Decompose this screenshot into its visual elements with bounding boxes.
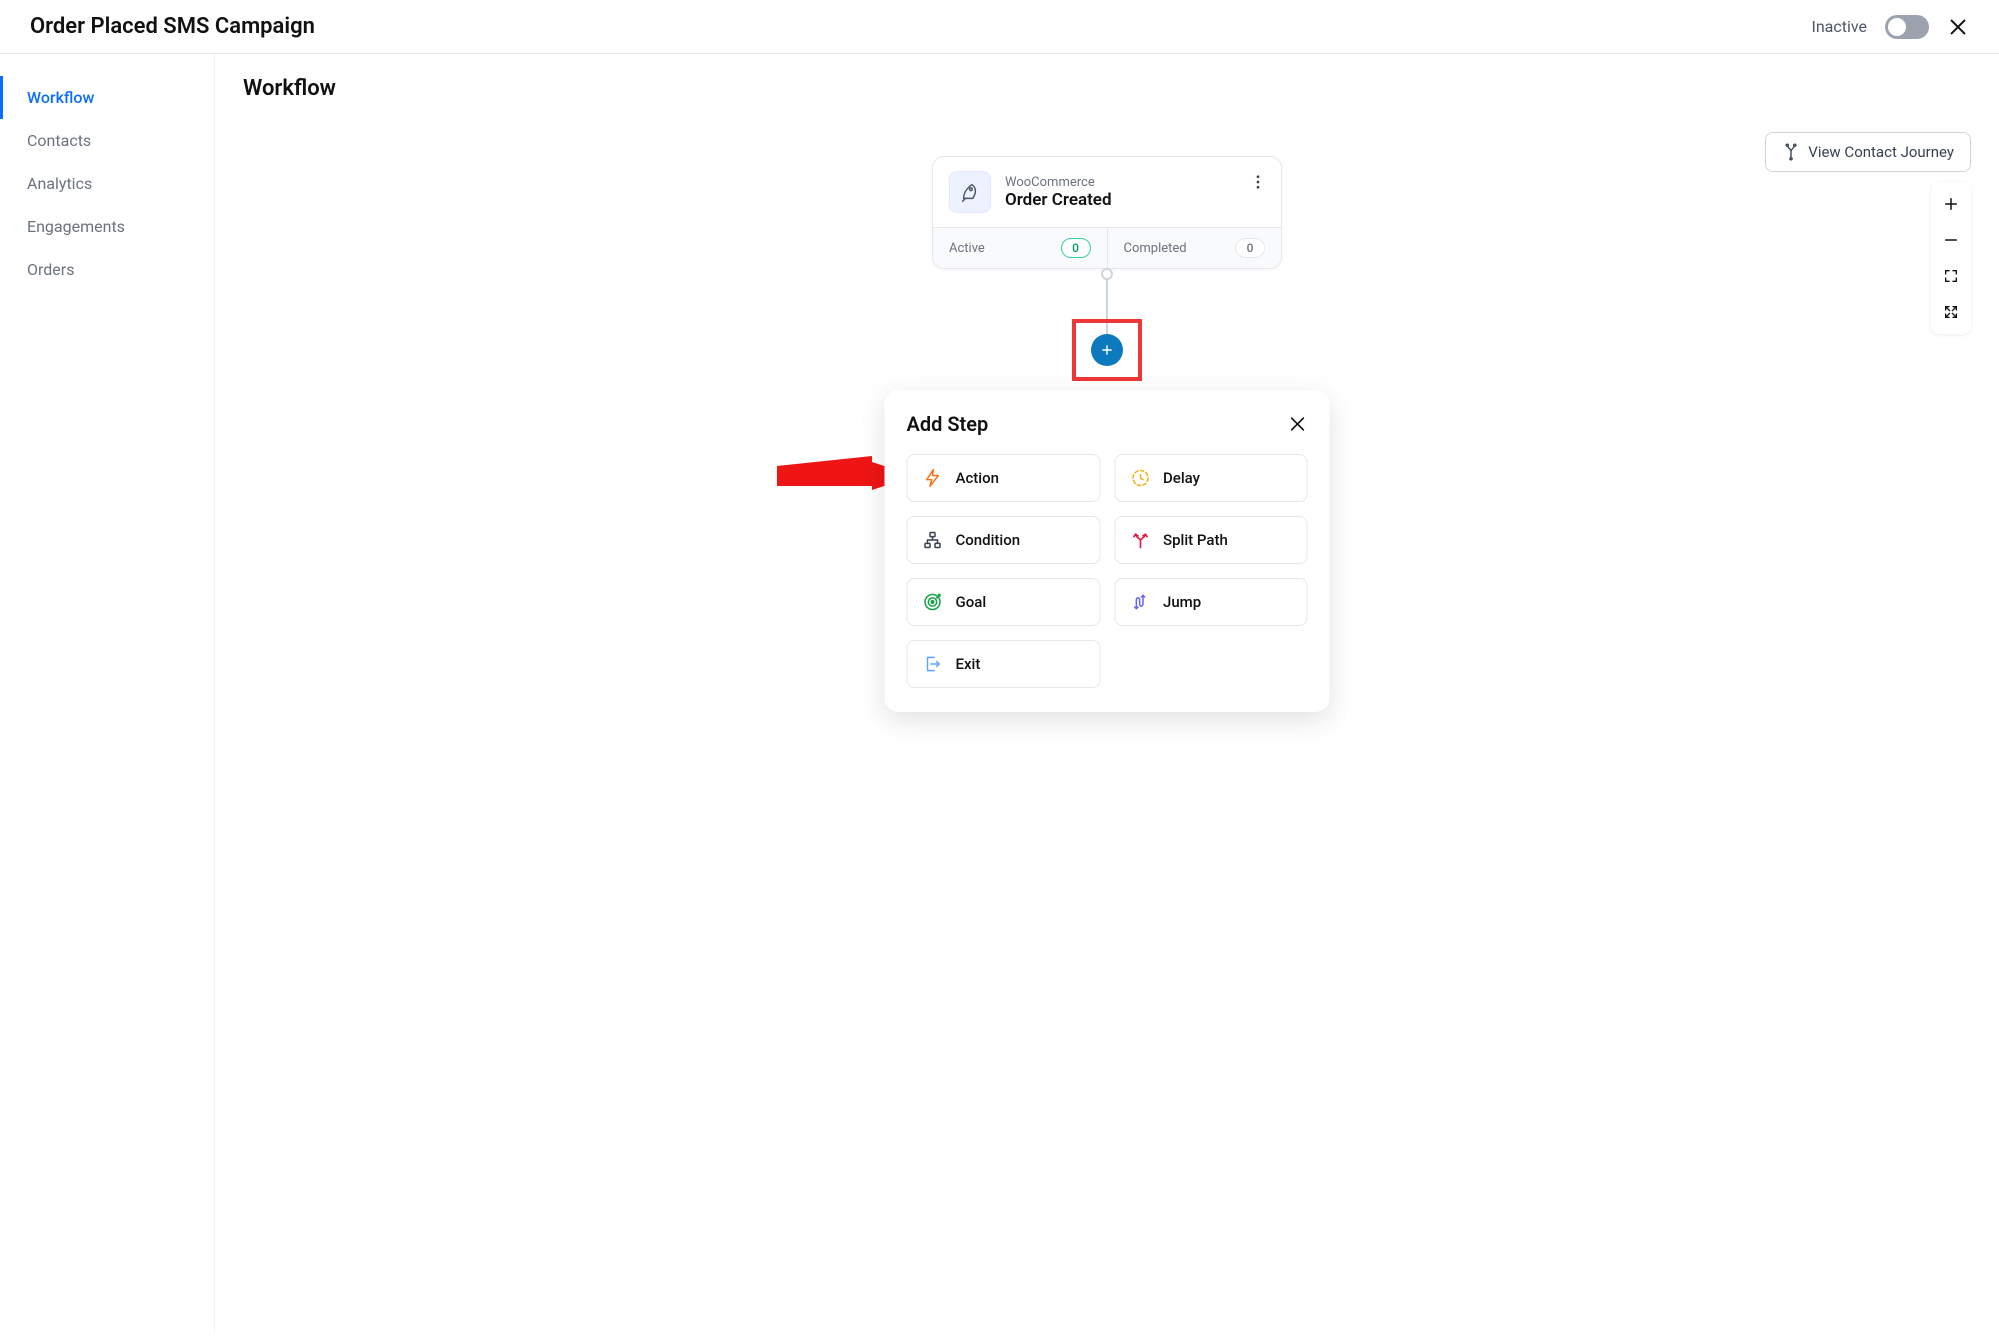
step-jump-button[interactable]: Jump <box>1114 578 1308 626</box>
stat-label: Completed <box>1124 241 1187 256</box>
header: Order Placed SMS Campaign Inactive <box>0 0 1999 54</box>
add-step-modal: Add Step Action <box>885 390 1330 712</box>
trigger-stats: Active 0 Completed 0 <box>933 227 1281 268</box>
step-label: Action <box>956 469 999 487</box>
sidebar: Workflow Contacts Analytics Engagements … <box>0 54 215 1334</box>
step-action-button[interactable]: Action <box>907 454 1101 502</box>
stat-completed: Completed 0 <box>1107 228 1282 268</box>
canvas[interactable]: WooCommerce Order Created Active 0 Compl… <box>215 114 1999 1334</box>
exit-icon <box>922 653 944 675</box>
step-exit-button[interactable]: Exit <box>907 640 1101 688</box>
jump-icon <box>1129 591 1151 613</box>
main: Workflow Contacts Analytics Engagements … <box>0 54 1999 1334</box>
modal-header: Add Step <box>907 412 1308 436</box>
sidebar-item-label: Analytics <box>27 174 92 193</box>
close-icon[interactable] <box>1947 16 1969 38</box>
toggle-knob <box>1888 18 1906 36</box>
add-step-button[interactable] <box>1091 334 1123 366</box>
stat-count: 0 <box>1061 238 1091 258</box>
trigger-source: WooCommerce <box>1005 175 1112 190</box>
sidebar-item-workflow[interactable]: Workflow <box>0 76 214 119</box>
split-icon <box>1129 529 1151 551</box>
status-label: Inactive <box>1811 17 1867 36</box>
stat-active: Active 0 <box>933 228 1107 268</box>
trigger-node[interactable]: WooCommerce Order Created Active 0 Compl… <box>932 156 1282 269</box>
status-toggle[interactable] <box>1885 15 1929 39</box>
step-grid: Action Delay Condition <box>907 454 1308 688</box>
rocket-icon <box>949 171 991 213</box>
step-label: Split Path <box>1163 531 1228 549</box>
bolt-icon <box>922 467 944 489</box>
sidebar-item-contacts[interactable]: Contacts <box>0 119 214 162</box>
sidebar-item-label: Engagements <box>27 217 125 236</box>
modal-title: Add Step <box>907 412 989 436</box>
sidebar-item-label: Contacts <box>27 131 91 150</box>
clock-icon <box>1129 467 1151 489</box>
sitemap-icon <box>922 529 944 551</box>
step-label: Delay <box>1163 469 1200 487</box>
step-label: Exit <box>956 655 981 673</box>
sidebar-item-analytics[interactable]: Analytics <box>0 162 214 205</box>
header-actions: Inactive <box>1811 15 1969 39</box>
trigger-header: WooCommerce Order Created <box>933 157 1281 227</box>
content: Workflow View Contact Journey <box>215 54 1999 1334</box>
trigger-texts: WooCommerce Order Created <box>1005 175 1112 210</box>
sidebar-item-label: Orders <box>27 260 74 279</box>
step-label: Condition <box>956 531 1021 549</box>
stat-count: 0 <box>1235 238 1265 258</box>
step-label: Goal <box>956 593 987 611</box>
step-condition-button[interactable]: Condition <box>907 516 1101 564</box>
trigger-menu-button[interactable] <box>1249 173 1267 191</box>
close-icon[interactable] <box>1288 414 1308 434</box>
target-icon <box>922 591 944 613</box>
step-goal-button[interactable]: Goal <box>907 578 1101 626</box>
section-title: Workflow <box>243 76 1971 101</box>
step-delay-button[interactable]: Delay <box>1114 454 1308 502</box>
add-step-highlight <box>1072 319 1142 381</box>
page-title: Order Placed SMS Campaign <box>30 14 315 39</box>
sidebar-item-label: Workflow <box>27 88 94 107</box>
trigger-title: Order Created <box>1005 190 1112 210</box>
step-split-path-button[interactable]: Split Path <box>1114 516 1308 564</box>
stat-label: Active <box>949 241 985 256</box>
sidebar-item-engagements[interactable]: Engagements <box>0 205 214 248</box>
sidebar-item-orders[interactable]: Orders <box>0 248 214 291</box>
step-label: Jump <box>1163 593 1201 611</box>
